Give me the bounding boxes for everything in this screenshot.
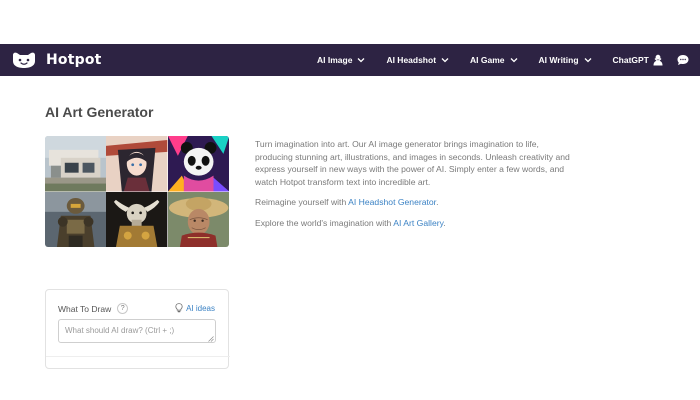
- user-icon[interactable]: [652, 54, 664, 66]
- nav-item-ai-image[interactable]: AI Image: [317, 55, 365, 65]
- gallery-image-mechanical-bull: [106, 191, 168, 247]
- nav-icons: [639, 44, 689, 76]
- lightbulb-icon: [175, 303, 183, 313]
- page: Hotpot AI Image AI Headshot AI Game AI Writ…: [0, 0, 700, 400]
- ai-art-gallery-link[interactable]: AI Art Gallery: [393, 218, 443, 228]
- intro-paragraph: Turn imagination into art. Our AI image …: [255, 139, 570, 187]
- reimagine-text: Reimagine yourself with: [255, 197, 349, 208]
- nav-item-label: AI Image: [317, 55, 353, 65]
- what-to-draw-card: What To Draw ? AI ideas: [45, 289, 230, 369]
- brand-logo[interactable]: Hotpot: [11, 51, 102, 69]
- card-divider: [46, 356, 230, 357]
- hotpot-logo-icon: [13, 52, 35, 68]
- resize-handle-icon[interactable]: [208, 336, 214, 342]
- explore-end: .: [443, 217, 446, 228]
- explore-text: Explore the world's imagination with: [255, 217, 394, 228]
- gallery-image-elderly-woman: [167, 191, 229, 247]
- nav-menu: AI Image AI Headshot AI Game AI Writing Chat…: [317, 44, 683, 76]
- gallery-image-anime-girl: [106, 136, 168, 192]
- chevron-down-icon: [357, 58, 365, 63]
- reimagine-line: Reimagine yourself with AI Headshot Gene…: [255, 196, 575, 209]
- chevron-down-icon: [441, 58, 449, 63]
- sample-art-gallery: [45, 136, 229, 247]
- nav-item-label: AI Game: [470, 55, 505, 65]
- what-to-draw-header: What To Draw ?: [58, 303, 129, 314]
- reimagine-end: .: [436, 197, 439, 208]
- gallery-image-modern-house: [45, 136, 107, 192]
- ai-ideas-button[interactable]: AI ideas: [175, 303, 215, 313]
- gallery-image-colorful-panda: [167, 136, 229, 192]
- what-to-draw-label: What To Draw: [58, 303, 112, 314]
- nav-item-label: AI Writing: [538, 55, 579, 65]
- ai-headshot-generator-link[interactable]: AI Headshot Generator: [348, 197, 436, 207]
- nav-item-ai-writing[interactable]: AI Writing: [539, 55, 592, 65]
- chat-bubble-icon[interactable]: [677, 54, 689, 66]
- nav-item-ai-headshot[interactable]: AI Headshot: [386, 55, 449, 65]
- explore-line: Explore the world's imagination with AI …: [255, 217, 575, 230]
- chevron-down-icon: [510, 58, 517, 63]
- prompt-input[interactable]: [58, 319, 216, 343]
- page-title: AI Art Generator: [45, 104, 154, 120]
- help-icon[interactable]: ?: [117, 303, 129, 314]
- top-navbar: Hotpot AI Image AI Headshot AI Game AI Writ…: [0, 44, 700, 76]
- chevron-down-icon: [584, 58, 591, 63]
- nav-item-ai-game[interactable]: AI Game: [470, 55, 518, 65]
- ai-ideas-label: AI ideas: [186, 303, 215, 313]
- intro-text: Turn imagination into art. Our AI image …: [255, 138, 575, 238]
- nav-item-label: AI Headshot: [386, 55, 437, 65]
- brand-name: Hotpot: [46, 52, 102, 68]
- gallery-image-robot-soldier: [45, 191, 107, 247]
